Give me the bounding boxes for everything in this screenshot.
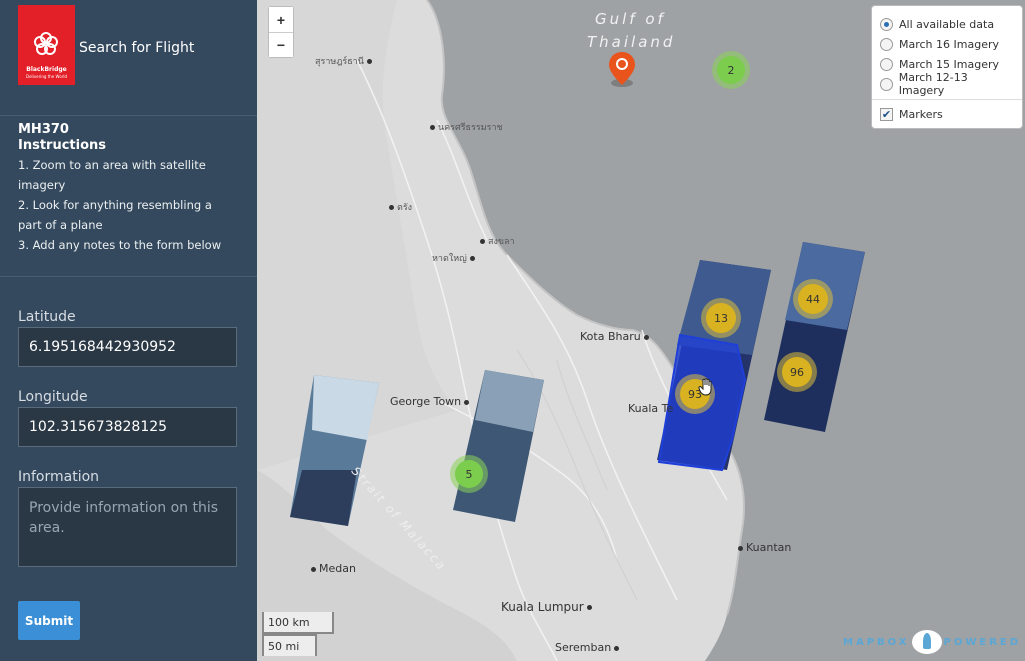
layer-option-march-16[interactable]: March 16 Imagery: [880, 34, 1014, 54]
city-label: หาดใหญ่: [432, 251, 478, 265]
scale-km: 100 km: [262, 612, 334, 634]
city-label: Kuala Lumpur: [501, 600, 595, 614]
city-label: Kuantan: [735, 541, 791, 554]
app-title: Search for Flight: [79, 40, 195, 56]
scale-bar: 100 km 50 mi: [262, 612, 334, 656]
logo-tagline: Delivering the World: [26, 74, 67, 79]
layer-control: All available data March 16 Imagery Marc…: [871, 5, 1023, 129]
gulf-label: Thailand: [587, 33, 676, 51]
city-label: Medan: [308, 562, 356, 575]
rocket-icon: [911, 630, 942, 654]
layer-divider: [872, 99, 1022, 100]
information-textarea[interactable]: [18, 487, 237, 567]
marker-cluster[interactable]: 96: [777, 352, 817, 392]
city-label: ตรัง: [386, 200, 412, 214]
map-view[interactable]: Gulf of Thailand Strait of Malacca สุราษ…: [257, 0, 1025, 661]
flower-icon: [34, 32, 58, 55]
markers-toggle[interactable]: ✔ Markers: [880, 104, 1014, 124]
marker-cluster[interactable]: 44: [793, 279, 833, 319]
latitude-label: Latitude: [18, 309, 76, 325]
radio-icon[interactable]: [880, 77, 893, 91]
city-label: Kota Bharu: [580, 330, 652, 343]
zoom-in-button[interactable]: +: [269, 7, 293, 32]
flight-title: MH370: [18, 122, 69, 137]
longitude-input[interactable]: 102.315673828125: [18, 407, 237, 447]
marker-cluster[interactable]: 2: [712, 51, 750, 89]
radio-icon[interactable]: [880, 37, 893, 51]
hand-cursor-icon: [698, 378, 712, 396]
city-label: สงขลา: [477, 234, 515, 248]
zoom-out-button[interactable]: −: [269, 32, 293, 57]
radio-selected-icon[interactable]: [880, 17, 893, 31]
instruction-item: 1. Zoom to an area with satellite imager…: [18, 158, 206, 192]
layer-option-march-12-13[interactable]: March 12-13 Imagery: [880, 71, 1014, 97]
submit-button[interactable]: Submit: [18, 601, 80, 640]
marker-cluster[interactable]: 13: [701, 298, 741, 338]
gulf-label: Gulf of: [595, 10, 666, 28]
marker-cluster[interactable]: 5: [450, 455, 488, 493]
longitude-label: Longitude: [18, 389, 88, 405]
instruction-item: 2. Look for anything resembling a part o…: [18, 198, 212, 232]
city-label: Kuala Te: [628, 402, 674, 415]
zoom-control: + −: [268, 6, 294, 58]
information-label: Information: [18, 469, 100, 485]
instruction-item: 3. Add any notes to the form below: [18, 238, 222, 252]
instructions-title: Instructions: [18, 138, 107, 153]
city-label: สุราษฎร์ธานี: [315, 54, 375, 68]
city-label: George Town: [390, 395, 472, 408]
checkbox-checked-icon[interactable]: ✔: [880, 107, 893, 121]
logo-name: BlackBridge: [26, 66, 67, 73]
layer-option-all[interactable]: All available data: [880, 14, 1014, 34]
blackbridge-logo[interactable]: BlackBridge Delivering the World: [18, 5, 75, 85]
location-marker[interactable]: [609, 52, 635, 87]
mapbox-attribution[interactable]: MAPBOX POWERED: [843, 630, 1021, 654]
brand-header: BlackBridge Delivering the World Search …: [0, 0, 257, 116]
instructions-panel: MH370 Instructions 1. Zoom to an area wi…: [0, 116, 257, 277]
city-label: นครศรีธรรมราช: [427, 120, 503, 134]
latitude-input[interactable]: 6.195168442930952: [18, 327, 237, 367]
sidebar: BlackBridge Delivering the World Search …: [0, 0, 257, 661]
city-label: Seremban: [555, 641, 622, 654]
radio-icon[interactable]: [880, 57, 893, 71]
scale-mi: 50 mi: [262, 634, 317, 656]
